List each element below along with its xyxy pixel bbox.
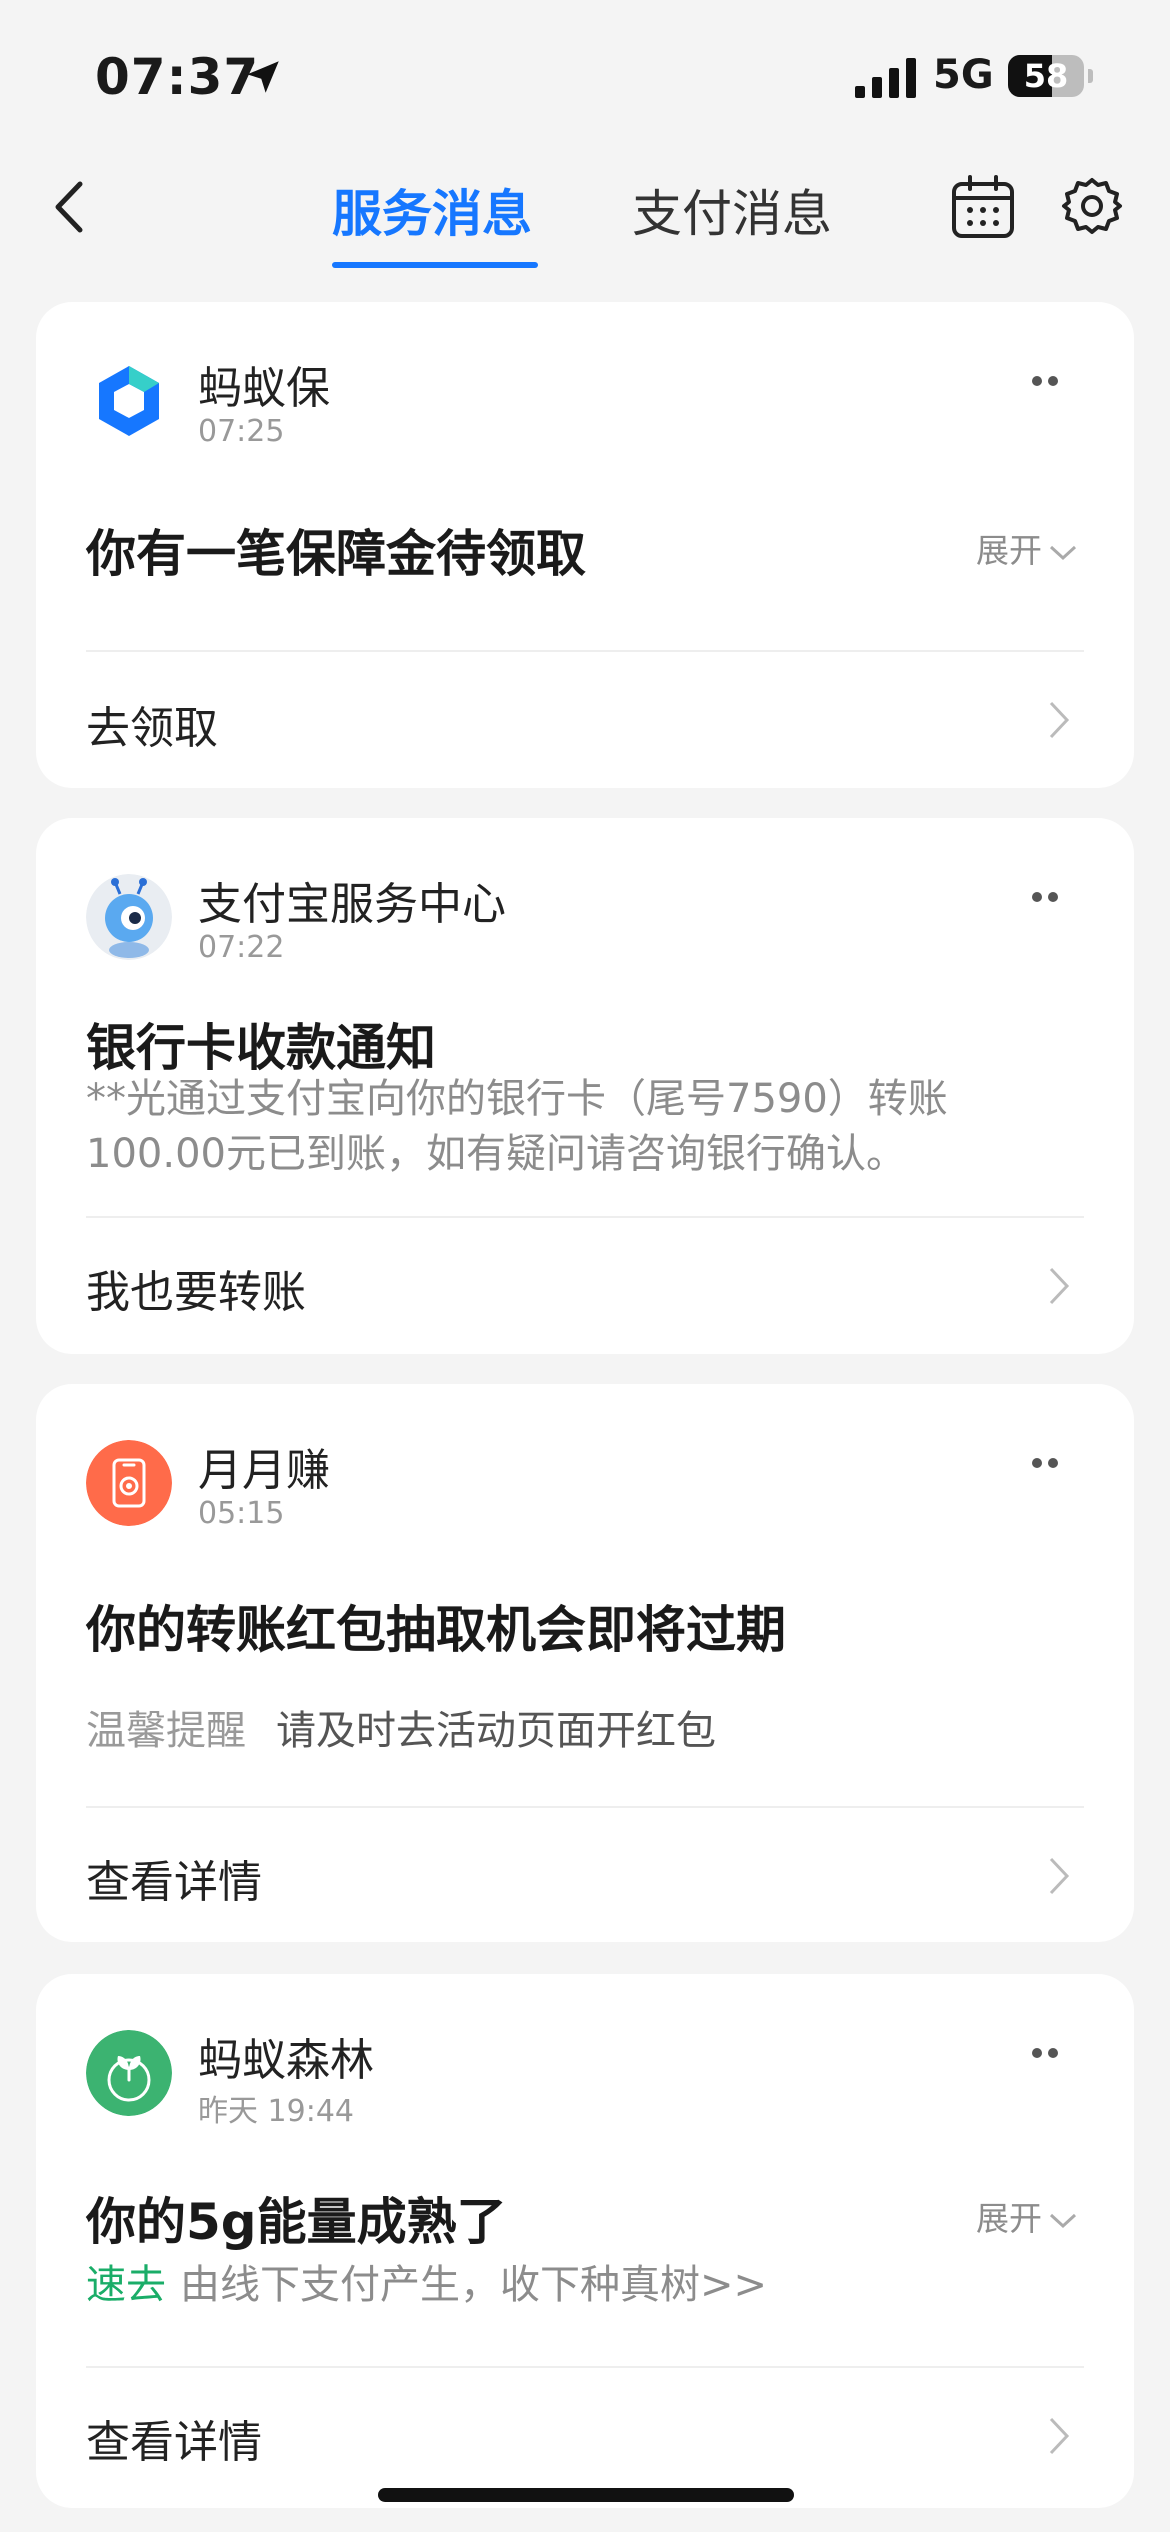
chevron-down-icon (1049, 2213, 1077, 2228)
battery-percent: 58 (1023, 57, 1069, 95)
message-card[interactable]: 支付宝服务中心 07:22 银行卡收款通知 **光通过支付宝向你的银行卡（尾号7… (36, 818, 1134, 1354)
active-tab-indicator (332, 262, 538, 268)
divider (86, 1216, 1084, 1218)
action-link[interactable]: 查看详情 (86, 2406, 262, 2470)
divider (86, 650, 1084, 652)
message-title: 你的5g能量成熟了 (86, 2193, 507, 2251)
more-icon[interactable] (1030, 890, 1060, 904)
message-time: 07:22 (198, 930, 285, 965)
status-time: 07:37 (95, 48, 260, 106)
action-link[interactable]: 去领取 (86, 692, 218, 756)
message-body: 由线下支付产生，收下种真树>> (180, 2262, 768, 2308)
message-card[interactable]: 蚂蚁森林 昨天 19:44 你的5g能量成熟了 展开 速去 由线下支付产生，收下种… (36, 1974, 1134, 2508)
message-body: **光通过支付宝向你的银行卡（尾号7590）转账100.00元已到账，如有疑问请… (86, 1076, 948, 1177)
sender-name: 蚂蚁森林 (198, 2035, 374, 2086)
message-hint: 温馨提醒 请及时去活动页面开红包 (86, 1704, 1076, 1759)
location-arrow-icon (247, 61, 279, 93)
sender-name: 月月赚 (198, 1445, 330, 1496)
more-icon[interactable] (1030, 374, 1060, 388)
battery-indicator: 58 (1008, 55, 1093, 97)
action-link[interactable]: 查看详情 (86, 1846, 262, 1910)
divider (86, 1806, 1084, 1808)
robot-ant-avatar (86, 874, 172, 960)
signal-bars-icon (855, 58, 916, 98)
chevron-right-icon (1049, 1857, 1070, 1895)
nav-bar: 服务消息 支付消息 (0, 150, 1170, 280)
network-label: 5G (933, 52, 994, 98)
message-title: 你有一笔保障金待领取 (86, 525, 586, 583)
chevron-down-icon (1049, 545, 1077, 560)
sender-name: 支付宝服务中心 (198, 879, 506, 930)
chevron-right-icon (1049, 701, 1070, 739)
message-card[interactable]: 蚂蚁保 07:25 你有一笔保障金待领取 展开 去领取 (36, 302, 1134, 788)
ant-insurance-logo (86, 358, 172, 444)
message-time: 05:15 (198, 1496, 285, 1531)
back-icon[interactable] (40, 172, 100, 242)
message-time: 07:25 (198, 414, 285, 449)
more-icon[interactable] (1030, 2046, 1060, 2060)
gear-icon[interactable] (1060, 174, 1124, 238)
expand-label: 展开 (976, 531, 1042, 570)
message-title: 你的转账红包抽取机会即将过期 (86, 1601, 786, 1659)
status-bar: 07:37 5G 58 (0, 0, 1170, 150)
hint-text: 请及时去活动页面开红包 (276, 1708, 716, 1754)
message-body-line: 速去 由线下支付产生，收下种真树>> (86, 2258, 1076, 2313)
sprout-icon (86, 2030, 172, 2116)
sender-name: 蚂蚁保 (198, 363, 330, 414)
more-icon[interactable] (1030, 1456, 1060, 1470)
hint-label: 温馨提醒 (86, 1708, 246, 1754)
phone-app-icon (86, 1440, 172, 1526)
expand-button[interactable]: 展开 (976, 524, 1078, 572)
highlight-label: 速去 (86, 2262, 166, 2308)
divider (86, 2366, 1084, 2368)
message-time: 昨天 19:44 (198, 2094, 354, 2129)
expand-button[interactable]: 展开 (976, 2192, 1078, 2240)
action-link[interactable]: 我也要转账 (86, 1256, 306, 1320)
expand-label: 展开 (976, 2199, 1042, 2238)
home-indicator[interactable] (378, 2488, 794, 2502)
chevron-right-icon (1049, 1267, 1070, 1305)
message-title: 银行卡收款通知 (86, 1019, 436, 1077)
calendar-icon[interactable] (950, 174, 1016, 240)
tab-service-messages[interactable]: 服务消息 (332, 174, 532, 246)
chevron-right-icon (1049, 2417, 1070, 2455)
tab-payment-messages[interactable]: 支付消息 (632, 174, 832, 246)
message-card[interactable]: 月月赚 05:15 你的转账红包抽取机会即将过期 温馨提醒 请及时去活动页面开红包… (36, 1384, 1134, 1942)
